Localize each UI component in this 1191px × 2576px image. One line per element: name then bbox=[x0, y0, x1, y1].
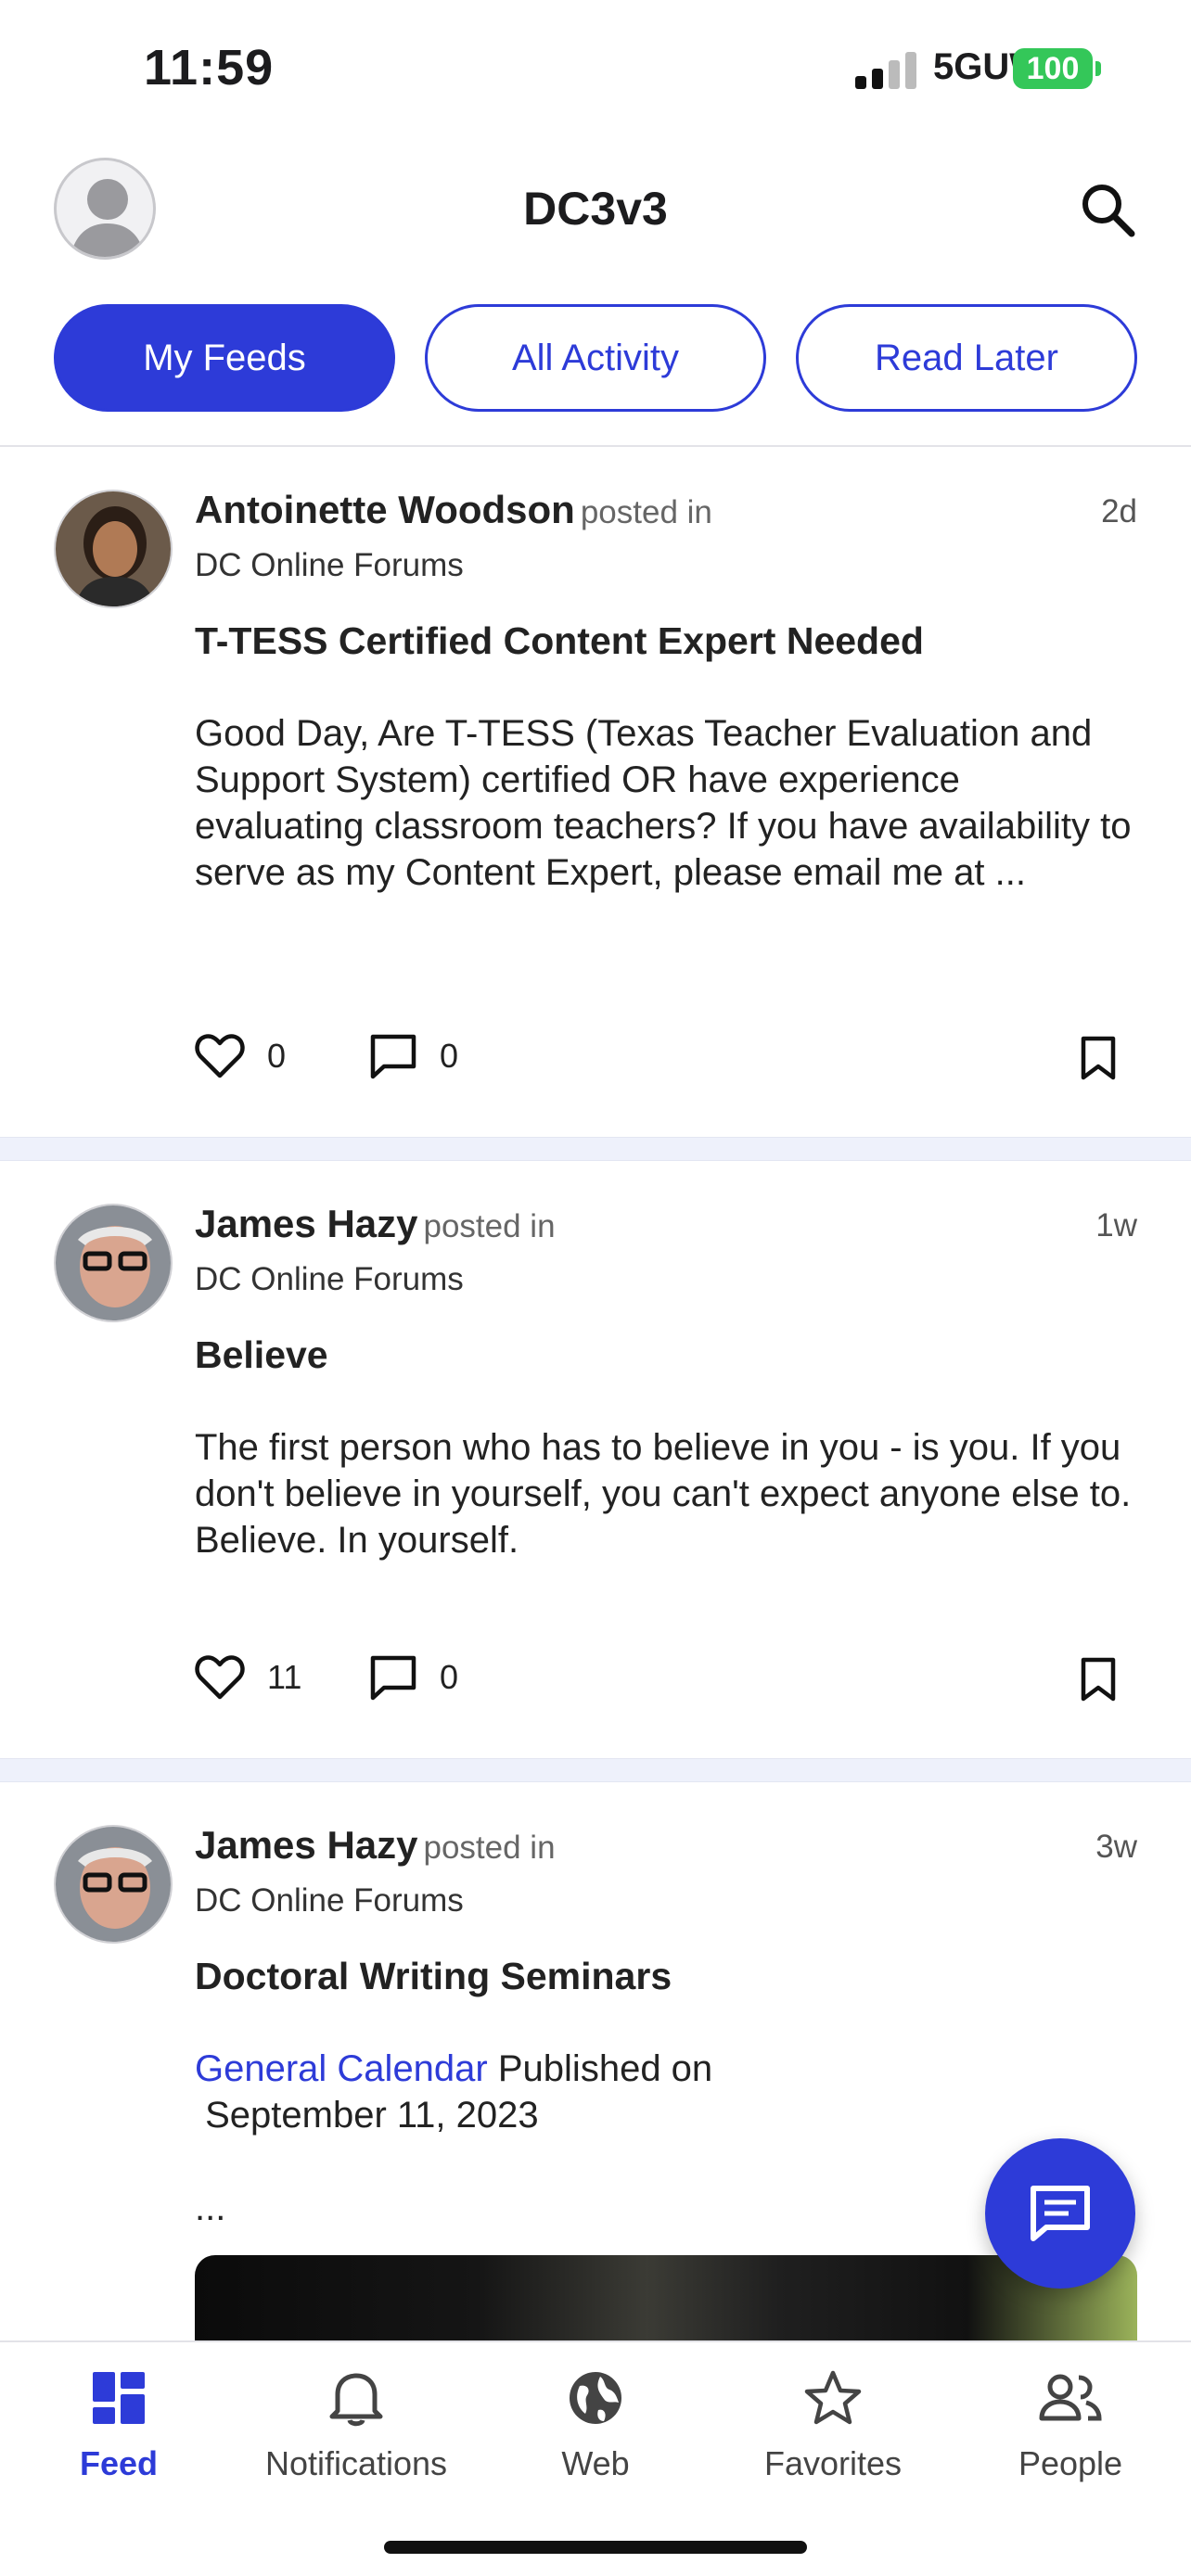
comment-button[interactable]: 0 bbox=[369, 1654, 458, 1701]
post-time: 3w bbox=[1095, 1829, 1137, 1865]
heart-icon bbox=[195, 1655, 245, 1700]
author-avatar[interactable] bbox=[54, 1204, 173, 1322]
post-body[interactable]: The first person who has to believe in y… bbox=[195, 1424, 1137, 1563]
feed-tabs: My Feeds All Activity Read Later bbox=[54, 304, 1137, 412]
nav-favorites[interactable]: Favorites bbox=[714, 2361, 952, 2500]
post-separator bbox=[0, 1137, 1191, 1161]
avatar-photo bbox=[56, 1205, 171, 1320]
like-button[interactable]: 0 bbox=[195, 1033, 286, 1079]
nav-label: Notifications bbox=[264, 2444, 448, 2482]
activity-feed[interactable]: Antoinette Woodson posted in 2d DC Online… bbox=[0, 447, 1191, 2340]
author-name[interactable]: James Hazy bbox=[195, 1202, 418, 1245]
app-title: DC3v3 bbox=[523, 183, 668, 235]
post-separator bbox=[0, 1758, 1191, 1782]
calendar-link[interactable]: General Calendar bbox=[195, 2048, 488, 2089]
avatar-photo bbox=[56, 491, 171, 606]
author-name[interactable]: James Hazy bbox=[195, 1823, 418, 1867]
nav-label: Web bbox=[561, 2444, 630, 2482]
nav-label: People bbox=[1018, 2444, 1123, 2482]
comment-icon bbox=[370, 1655, 416, 1701]
published-label: Published on bbox=[497, 2048, 713, 2089]
search-icon bbox=[1082, 185, 1135, 237]
message-icon bbox=[1031, 2186, 1090, 2241]
nav-people[interactable]: People bbox=[952, 2361, 1189, 2500]
compose-message-button[interactable] bbox=[985, 2138, 1135, 2289]
published-date: September 11, 2023 bbox=[205, 2095, 539, 2136]
comment-icon bbox=[370, 1034, 416, 1079]
post-actions: 0 0 bbox=[195, 1033, 1137, 1089]
globe-icon bbox=[570, 2372, 621, 2424]
status-time: 11:59 bbox=[144, 40, 275, 96]
home-indicator[interactable] bbox=[384, 2541, 807, 2554]
author-avatar[interactable] bbox=[54, 1825, 173, 1944]
tab-all-activity[interactable]: All Activity bbox=[425, 304, 766, 412]
posted-in-label: posted in bbox=[423, 1208, 556, 1244]
nav-label: Favorites bbox=[763, 2444, 903, 2482]
status-bar: 11:59 5GUW 100 bbox=[0, 0, 1191, 139]
search-button[interactable] bbox=[1076, 178, 1141, 243]
feed-post[interactable]: Antoinette Woodson posted in 2d DC Online… bbox=[0, 447, 1191, 1137]
post-title[interactable]: T-TESS Certified Content Expert Needed bbox=[195, 619, 924, 663]
forum-name[interactable]: DC Online Forums bbox=[195, 1882, 1137, 1919]
nav-feed[interactable]: Feed bbox=[0, 2361, 237, 2500]
people-icon bbox=[1039, 2374, 1102, 2421]
like-count: 11 bbox=[267, 1658, 302, 1696]
post-title[interactable]: Doctoral Writing Seminars bbox=[195, 1955, 672, 1998]
post-actions: 11 0 bbox=[195, 1654, 1137, 1710]
post-header: Antoinette Woodson posted in 2d DC Online… bbox=[195, 488, 1137, 584]
app-header: DC3v3 bbox=[0, 139, 1191, 278]
battery-tip bbox=[1095, 61, 1101, 76]
star-icon bbox=[804, 2370, 862, 2425]
battery-indicator: 100 bbox=[1013, 48, 1093, 89]
post-media-preview[interactable] bbox=[195, 2255, 1137, 2340]
bookmark-icon[interactable] bbox=[1080, 1035, 1117, 1081]
forum-name[interactable]: DC Online Forums bbox=[195, 1261, 1137, 1298]
avatar-photo bbox=[56, 1827, 171, 1942]
post-body[interactable]: Good Day, Are T-TESS (Texas Teacher Eval… bbox=[195, 710, 1137, 896]
like-count: 0 bbox=[267, 1037, 287, 1075]
tab-my-feeds[interactable]: My Feeds bbox=[54, 304, 395, 412]
nav-label: Feed bbox=[79, 2444, 159, 2482]
post-title[interactable]: Believe bbox=[195, 1333, 328, 1377]
post-header: James Hazy posted in 1w DC Online Forums bbox=[195, 1202, 1137, 1298]
heart-icon bbox=[195, 1034, 245, 1078]
feed-post[interactable]: James Hazy posted in 1w DC Online Forums … bbox=[0, 1161, 1191, 1758]
posted-in-label: posted in bbox=[423, 1830, 556, 1866]
cellular-signal-icon bbox=[855, 52, 916, 89]
post-time: 2d bbox=[1101, 493, 1137, 529]
nav-notifications[interactable]: Notifications bbox=[237, 2361, 475, 2500]
comment-count: 0 bbox=[440, 1658, 459, 1696]
bell-icon bbox=[329, 2373, 383, 2427]
author-avatar[interactable] bbox=[54, 490, 173, 608]
bookmark-icon[interactable] bbox=[1080, 1656, 1117, 1702]
posted-in-label: posted in bbox=[580, 494, 712, 530]
nav-web[interactable]: Web bbox=[477, 2361, 714, 2500]
grid-icon bbox=[93, 2372, 145, 2424]
forum-name[interactable]: DC Online Forums bbox=[195, 547, 1137, 584]
tab-read-later[interactable]: Read Later bbox=[796, 304, 1137, 412]
post-time: 1w bbox=[1095, 1207, 1137, 1243]
comment-count: 0 bbox=[440, 1037, 459, 1075]
comment-button[interactable]: 0 bbox=[369, 1033, 458, 1079]
like-button[interactable]: 11 bbox=[195, 1654, 301, 1701]
post-header: James Hazy posted in 3w DC Online Forums bbox=[195, 1823, 1137, 1919]
author-name[interactable]: Antoinette Woodson bbox=[195, 488, 575, 531]
